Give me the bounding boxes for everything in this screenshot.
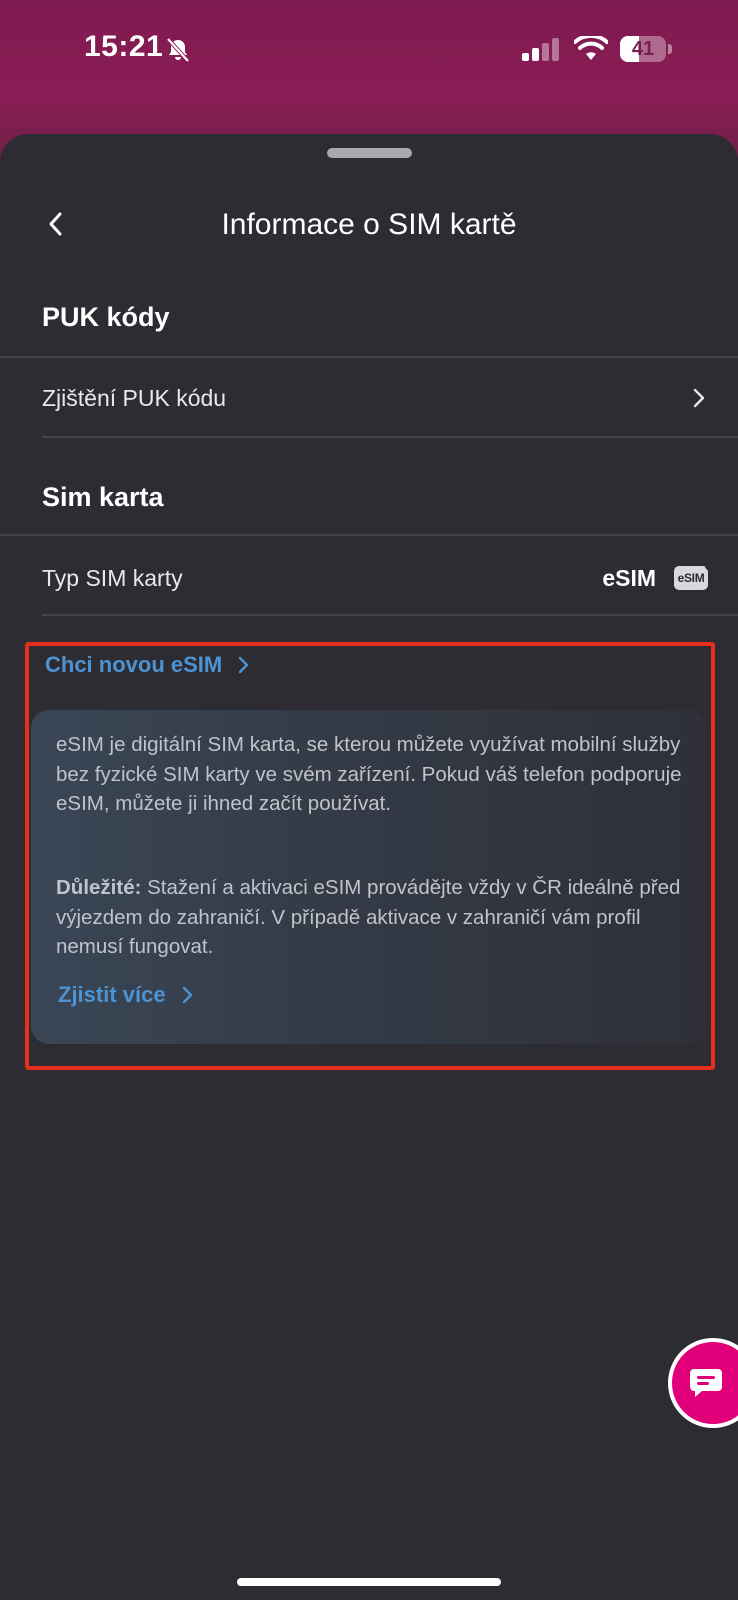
- important-text: Stažení a aktivaci eSIM provádějte vždy …: [56, 876, 681, 958]
- important-label: Důležité:: [56, 876, 142, 899]
- back-button[interactable]: [38, 204, 74, 244]
- sim-type-row: Typ SIM karty eSIM eSIM: [42, 548, 708, 608]
- sim-type-value: eSIM: [602, 564, 656, 591]
- wifi-icon: [574, 36, 608, 60]
- divider: [0, 534, 738, 536]
- chevron-left-icon: [49, 212, 62, 236]
- learn-more-link[interactable]: Zjistit více: [58, 982, 194, 1008]
- home-indicator[interactable]: [237, 1578, 501, 1586]
- chevron-right-icon: [693, 388, 705, 408]
- battery-percent: 41: [631, 38, 655, 60]
- divider: [42, 436, 738, 438]
- cellular-signal-icon: [522, 38, 559, 61]
- chat-bubble-icon: [690, 1369, 722, 1397]
- puk-code-row[interactable]: Zjištění PUK kódu: [42, 368, 708, 428]
- chevron-right-icon: [239, 656, 249, 674]
- learn-more-link-label: Zjistit více: [58, 982, 166, 1007]
- puk-code-row-label: Zjištění PUK kódu: [42, 384, 227, 411]
- esim-important-note: Důležité: Stažení a aktivaci eSIM provád…: [56, 873, 696, 962]
- bell-slash-icon: [166, 37, 190, 63]
- status-bar: 15:21 41: [0, 0, 738, 100]
- divider: [42, 614, 738, 616]
- new-esim-link[interactable]: Chci novou eSIM: [45, 652, 250, 678]
- esim-description: eSIM je digitální SIM karta, se kterou m…: [56, 733, 682, 815]
- esim-info-card: eSIM je digitální SIM karta, se kterou m…: [31, 710, 707, 1044]
- status-time: 15:21: [84, 30, 164, 63]
- sim-type-label: Typ SIM karty: [42, 564, 183, 591]
- section-title-puk: PUK kódy: [42, 302, 170, 332]
- divider: [0, 356, 738, 358]
- new-esim-link-label: Chci novou eSIM: [45, 652, 223, 677]
- battery-indicator: 41: [620, 36, 672, 62]
- chevron-right-icon: [182, 986, 192, 1004]
- sheet-grabber[interactable]: [327, 148, 412, 158]
- sim-info-sheet: Informace o SIM kartě PUK kódy Zjištění …: [0, 134, 738, 1600]
- esim-badge-icon: eSIM: [674, 566, 708, 590]
- page-title: Informace o SIM kartě: [221, 208, 517, 241]
- section-title-sim: Sim karta: [42, 482, 164, 512]
